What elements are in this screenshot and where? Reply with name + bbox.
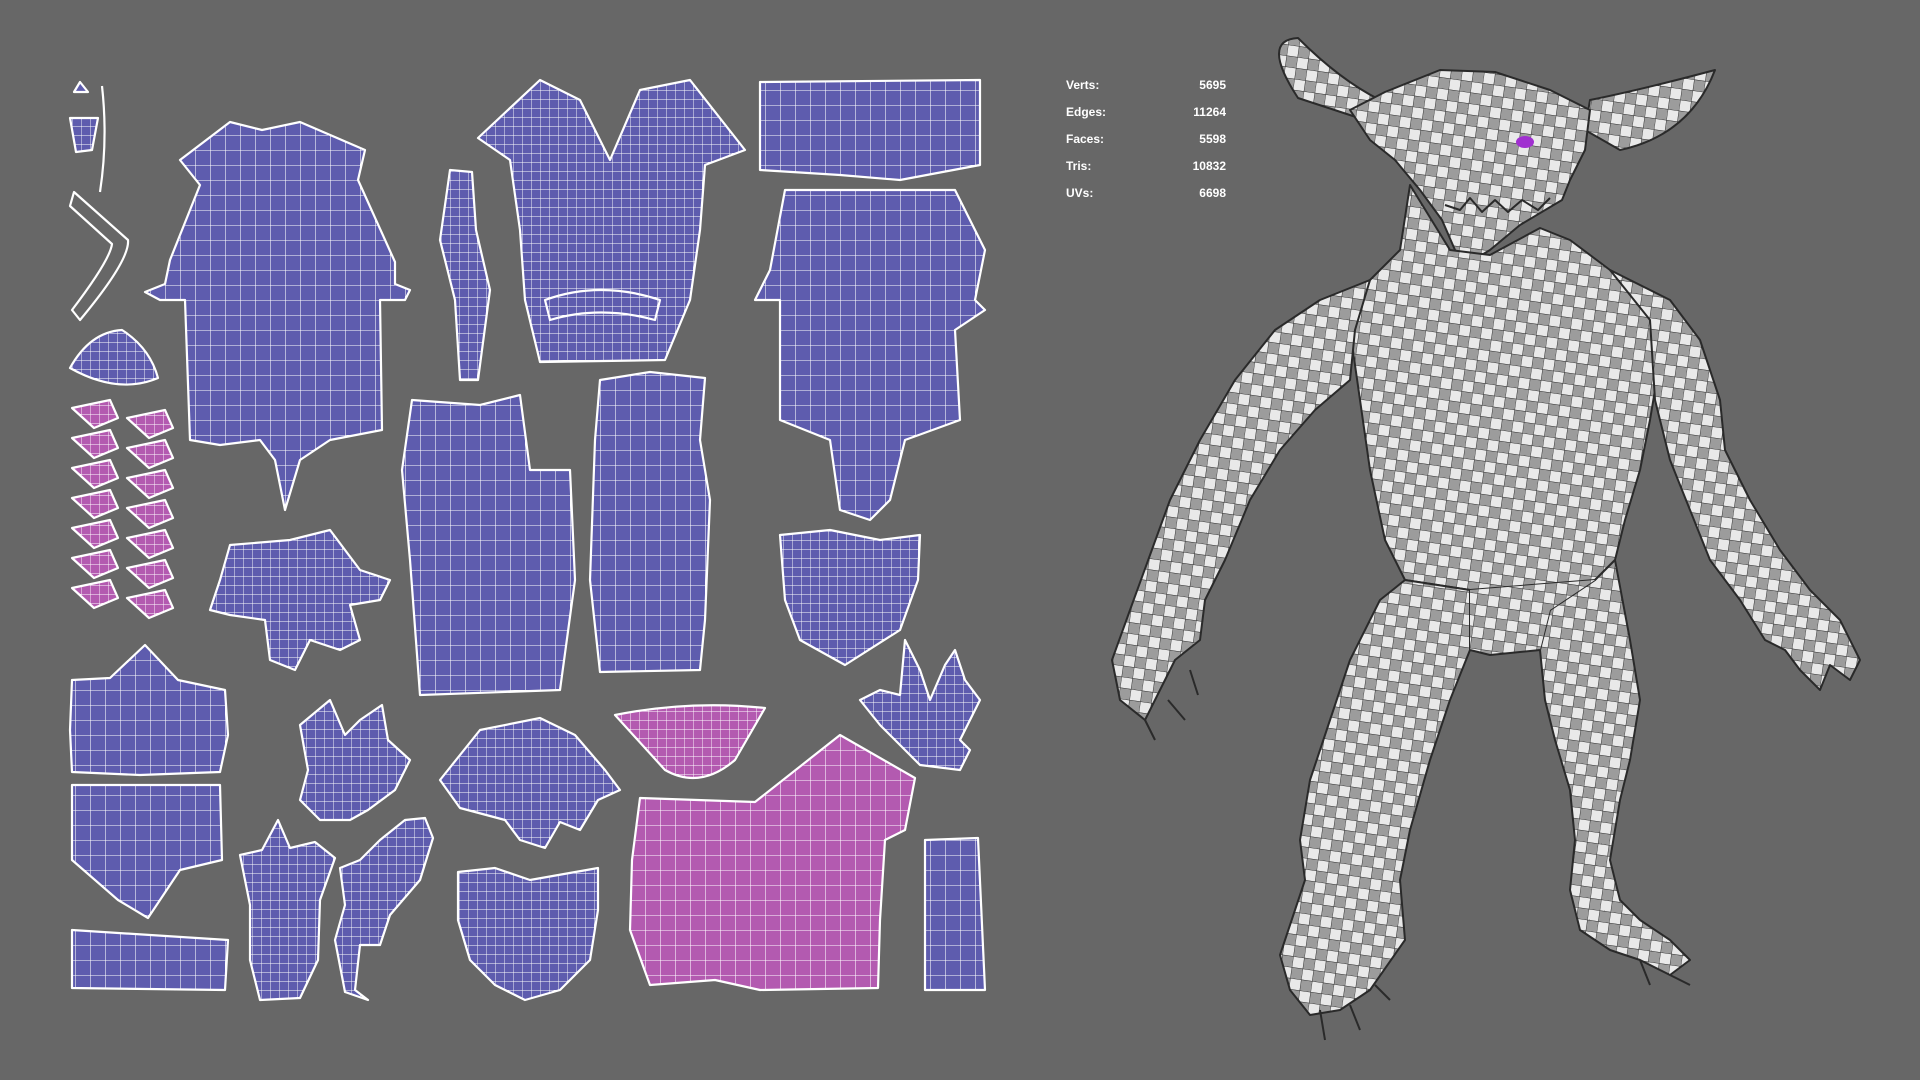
creature-eye [1516, 136, 1534, 148]
uv-shell-arm-strip[interactable] [438, 168, 492, 382]
uv-shell-hand-2[interactable] [858, 638, 982, 772]
uv-shell-side-right[interactable] [588, 370, 712, 674]
uv-shell-hand-3[interactable] [438, 716, 622, 850]
uv-shell-hand-1[interactable] [208, 528, 392, 672]
uv-layout-panel[interactable] [0, 0, 1030, 1080]
uv-shell-neck-strip[interactable] [758, 78, 982, 182]
uv-shell-strip-vertical[interactable] [923, 836, 987, 992]
uv-shell-torso-back[interactable] [143, 120, 412, 512]
uv-shell-strip-bottom[interactable] [70, 928, 230, 992]
creature-model-viewport[interactable] [1050, 0, 1920, 1080]
uv-shell-foot-3[interactable] [333, 816, 435, 1002]
creature-mesh[interactable] [1111, 37, 1861, 1041]
scene-viewport: Verts: 5695 Edges: 11264 Faces: 5598 Tri… [0, 0, 1920, 1080]
uv-shell-pelvis-upper[interactable] [68, 643, 230, 777]
uv-shell-foot-1[interactable] [298, 698, 412, 822]
uv-shell-small-pieces[interactable] [68, 80, 160, 386]
uv-shell-teeth[interactable] [70, 398, 175, 620]
uv-shell-highlight-fan[interactable] [613, 704, 767, 780]
uv-shell-pelvis-lower[interactable] [70, 783, 224, 920]
uv-shell-head[interactable] [476, 78, 747, 364]
uv-shell-cup-1[interactable] [778, 528, 922, 667]
uv-shell-cup-2[interactable] [456, 866, 600, 1002]
uv-shell-side-left[interactable] [400, 393, 577, 697]
uv-shell-foot-2[interactable] [238, 818, 337, 1002]
uv-shell-torso-front[interactable] [753, 188, 987, 522]
